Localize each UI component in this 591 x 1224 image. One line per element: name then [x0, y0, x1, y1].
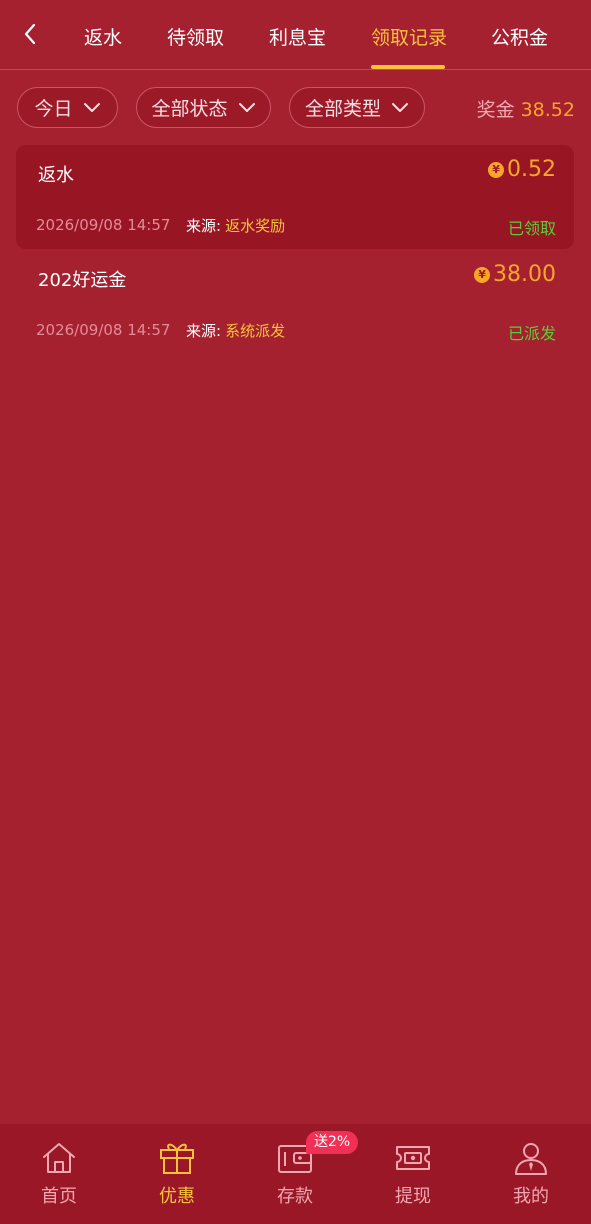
record-source-value: 系统派发	[225, 322, 286, 340]
tab-interest[interactable]: 利息宝	[269, 24, 326, 52]
gift-icon	[160, 1143, 194, 1174]
tab-pending[interactable]: 待领取	[167, 24, 224, 52]
record-title: 返水	[38, 165, 74, 186]
record-source: 来源: 系统派发	[186, 320, 285, 341]
bottom-nav-withdraw[interactable]: 提现	[373, 1140, 453, 1210]
bottom-nav-label: 我的	[513, 1186, 549, 1207]
bottom-nav-home[interactable]: 首页	[19, 1140, 99, 1210]
record-amount: ¥ 0.52	[488, 157, 556, 182]
user-icon	[515, 1143, 547, 1175]
record-source-label: 来源:	[186, 217, 222, 235]
home-icon	[43, 1143, 75, 1173]
bottom-nav-label: 优惠	[159, 1186, 195, 1207]
chevron-down-icon	[392, 102, 408, 112]
top-nav: 返水 待领取 利息宝 领取记录 公积金	[0, 0, 591, 70]
record-time: 2026/09/08 14:57	[36, 216, 171, 234]
tab-claim-records[interactable]: 领取记录	[371, 24, 447, 52]
bottom-nav-label: 首页	[41, 1186, 77, 1207]
status-filter-label: 全部状态	[151, 98, 228, 120]
tab-provident-fund[interactable]: 公积金	[491, 24, 548, 52]
withdraw-ticket-icon	[396, 1146, 430, 1170]
record-item[interactable]: 返水 ¥ 0.52 2026/09/08 14:57 来源: 返水奖励 已领取	[16, 145, 574, 249]
bonus-label: 奖金	[476, 99, 515, 121]
record-item[interactable]: 202好运金 ¥ 38.00 2026/09/08 14:57 来源: 系统派发 …	[16, 250, 574, 354]
chevron-left-icon	[24, 23, 36, 45]
record-time: 2026/09/08 14:57	[36, 321, 171, 339]
record-source-label: 来源:	[186, 322, 222, 340]
type-filter-dropdown[interactable]: 全部类型	[289, 87, 425, 128]
bottom-nav-profile[interactable]: 我的	[491, 1140, 571, 1210]
record-status: 已领取	[507, 219, 556, 238]
record-amount-value: 0.52	[507, 157, 556, 182]
chevron-down-icon	[238, 102, 255, 112]
status-filter-dropdown[interactable]: 全部状态	[136, 87, 271, 128]
date-filter-dropdown[interactable]: 今日	[17, 87, 118, 128]
record-source-value: 返水奖励	[225, 217, 286, 235]
bonus-value: 38.52	[520, 99, 575, 121]
date-filter-label: 今日	[34, 98, 73, 120]
deposit-promo-badge: 送2%	[306, 1131, 359, 1154]
record-source: 来源: 返水奖励	[186, 215, 285, 236]
active-tab-indicator	[371, 65, 445, 69]
tab-fanshui[interactable]: 返水	[84, 24, 122, 52]
bonus-total: 奖金 38.52	[477, 95, 575, 122]
record-title: 202好运金	[38, 270, 127, 291]
chevron-down-icon	[83, 102, 100, 112]
bottom-nav-label: 提现	[395, 1186, 431, 1207]
yuan-coin-icon: ¥	[488, 161, 505, 178]
record-amount-value: 38.00	[493, 262, 556, 287]
record-amount: ¥ 38.00	[474, 262, 556, 287]
bottom-nav-promotions[interactable]: 优惠	[137, 1140, 217, 1210]
type-filter-label: 全部类型	[304, 98, 381, 120]
record-status: 已派发	[507, 324, 556, 343]
back-button[interactable]	[16, 18, 44, 50]
bottom-nav-label: 存款	[277, 1186, 313, 1207]
yuan-coin-icon: ¥	[474, 266, 491, 283]
